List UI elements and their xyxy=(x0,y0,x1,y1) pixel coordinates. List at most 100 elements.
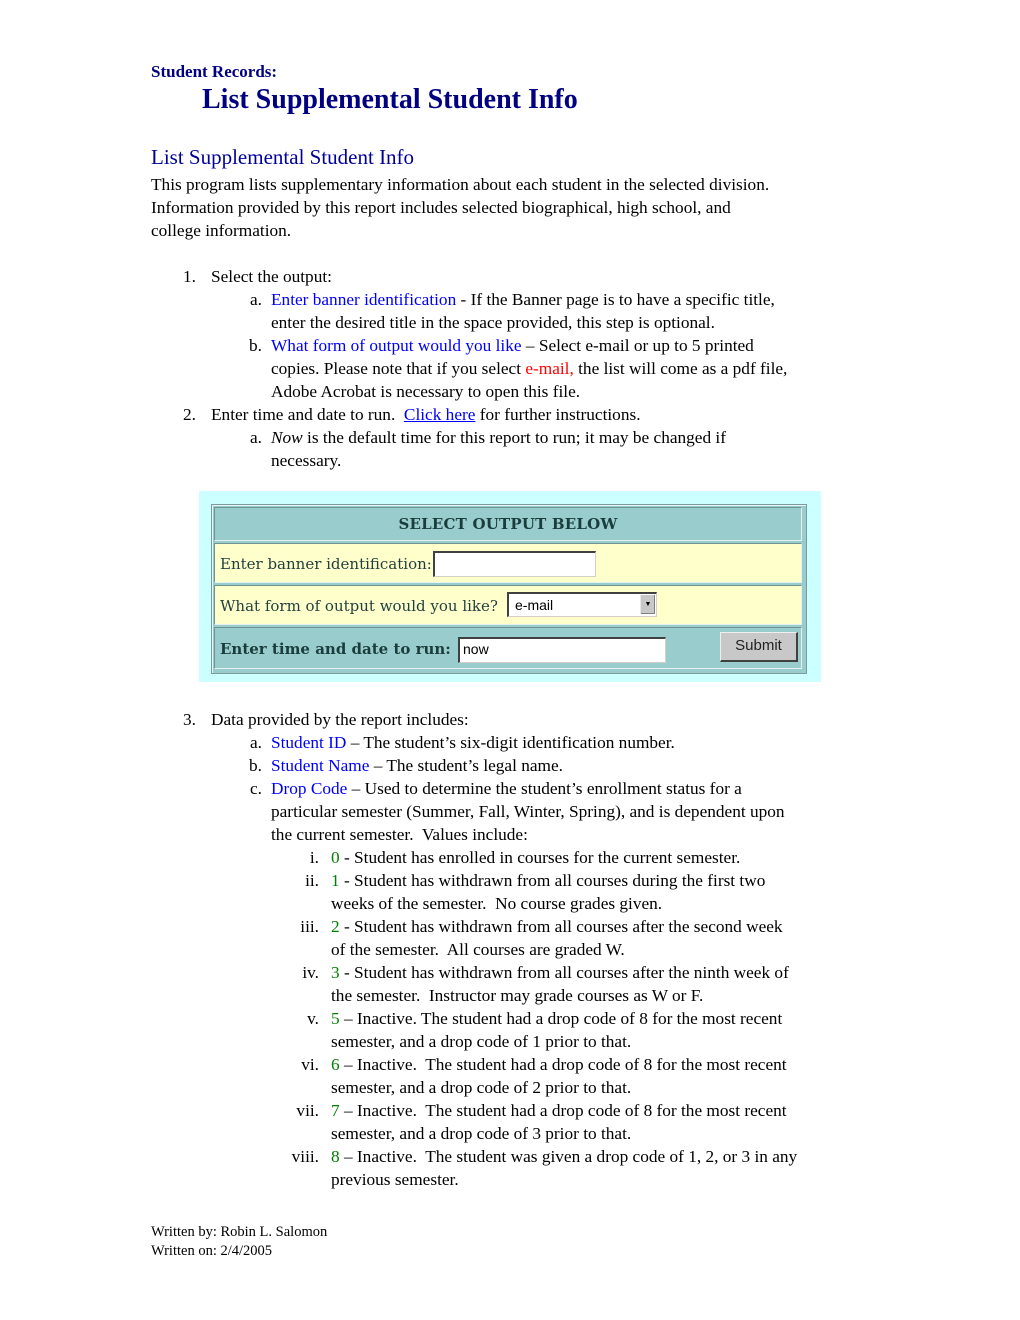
drop-code-desc: – Inactive. The student had a drop code … xyxy=(339,1009,783,1028)
now-emphasis: Now xyxy=(271,428,303,447)
substep-line: Now is the default time for this report … xyxy=(271,426,726,449)
output-row: What form of output would you like? e-ma… xyxy=(214,585,802,625)
substep-line: Drop Code – Used to determine the studen… xyxy=(271,777,742,800)
drop-code-value: 3 xyxy=(331,963,340,982)
form-header: SELECT OUTPUT BELOW xyxy=(398,515,618,533)
drop-code-desc: – Inactive. The student had a drop code … xyxy=(339,1055,787,1074)
substep-line: particular semester (Summer, Fall, Winte… xyxy=(271,802,785,821)
drop-code-line: 6 – Inactive. The student had a drop cod… xyxy=(331,1053,787,1076)
drop-code-desc: - Student has withdrawn from all courses… xyxy=(339,871,766,890)
substep-text: – Select e-mail or up to 5 printed xyxy=(521,336,754,355)
step-text: Enter time and date to run. Click here f… xyxy=(211,403,641,426)
dropdown-arrow-icon[interactable]: ▼ xyxy=(640,595,655,614)
substep-line: Adobe Acrobat is necessary to open this … xyxy=(271,382,581,401)
banner-identification-input[interactable] xyxy=(433,551,596,577)
drop-code-value: 8 xyxy=(331,1147,340,1166)
term-drop-code: Drop Code xyxy=(271,779,348,798)
drop-code-line: 8 – Inactive. The student was given a dr… xyxy=(331,1145,797,1168)
drop-code-desc: semester, and a drop code of 1 prior to … xyxy=(331,1032,632,1051)
substep-line: What form of output would you like – Sel… xyxy=(271,334,754,357)
drop-code-value: 0 xyxy=(331,848,340,867)
form-table: SELECT OUTPUT BELOW Enter banner identif… xyxy=(211,504,807,674)
step-text: Select the output: xyxy=(211,267,332,286)
section-heading: List Supplemental Student Info xyxy=(151,145,415,169)
output-label: What form of output would you like? xyxy=(220,597,498,615)
drop-code-marker: vii. xyxy=(296,1101,319,1120)
term-banner-identification: Enter banner identification xyxy=(271,290,457,309)
time-date-input[interactable]: now xyxy=(458,637,666,663)
step-text-part: for further instructions. xyxy=(475,405,641,424)
drop-code-desc: - Student has withdrawn from all courses… xyxy=(339,917,783,936)
drop-code-desc: – Inactive. The student was given a drop… xyxy=(339,1147,798,1166)
drop-code-line: 0 - Student has enrolled in courses for … xyxy=(331,846,740,869)
substep-marker: b. xyxy=(249,756,262,775)
substep-line: enter the desired title in the space pro… xyxy=(271,313,715,332)
substep-line: Student Name – The student’s legal name. xyxy=(271,754,563,777)
substep-marker: a. xyxy=(250,733,262,752)
click-here-link[interactable]: Click here xyxy=(404,405,476,424)
time-row: Enter time and date to run: now Submit xyxy=(214,627,802,669)
banner-label: Enter banner identification: xyxy=(220,555,432,573)
drop-code-value: 1 xyxy=(331,871,340,890)
drop-code-marker: viii. xyxy=(291,1147,319,1166)
drop-code-marker: iv. xyxy=(302,963,319,982)
drop-code-line: 1 - Student has withdrawn from all cours… xyxy=(331,869,765,892)
banner-row: Enter banner identification: xyxy=(214,543,802,583)
substep-line: the current semester. Values include: xyxy=(271,825,528,844)
select-output-form: SELECT OUTPUT BELOW Enter banner identif… xyxy=(199,491,821,682)
substep-line: copies. Please note that if you select e… xyxy=(271,357,787,380)
substep-marker: a. xyxy=(250,428,262,447)
output-selected-value: e-mail xyxy=(515,597,554,613)
form-header-row: SELECT OUTPUT BELOW xyxy=(214,507,802,541)
step-text-part: Enter time and date to run. xyxy=(211,405,404,424)
substep-text: the list will come as a pdf file, xyxy=(573,359,788,378)
substep-text: – The student’s legal name. xyxy=(369,756,563,775)
term-student-name: Student Name xyxy=(271,756,370,775)
term-output-form: What form of output would you like xyxy=(271,336,522,355)
output-form-select[interactable]: e-mail ▼ xyxy=(507,592,657,617)
written-on: Written on: 2/4/2005 xyxy=(151,1243,273,1259)
step-number: 1. xyxy=(183,267,196,286)
drop-code-desc: - Student has withdrawn from all courses… xyxy=(339,963,789,982)
drop-code-marker: iii. xyxy=(300,917,319,936)
drop-code-marker: i. xyxy=(309,848,319,867)
drop-code-desc: weeks of the semester. No course grades … xyxy=(331,894,663,913)
intro-line: college information. xyxy=(151,221,292,240)
email-highlight: e-mail, xyxy=(525,359,574,378)
substep-marker: c. xyxy=(250,779,262,798)
drop-code-desc: semester, and a drop code of 3 prior to … xyxy=(331,1124,632,1143)
drop-code-desc: – Inactive. The student had a drop code … xyxy=(339,1101,787,1120)
section-label: Student Records: xyxy=(151,62,278,81)
drop-code-value: 7 xyxy=(331,1101,340,1120)
drop-code-marker: v. xyxy=(307,1009,319,1028)
substep-line: Enter banner identification - If the Ban… xyxy=(271,288,775,311)
step-number: 2. xyxy=(183,405,196,424)
substep-text: – The student’s six-digit identification… xyxy=(346,733,675,752)
page-title: List Supplemental Student Info xyxy=(202,84,578,115)
intro-line: This program lists supplementary informa… xyxy=(151,175,770,194)
drop-code-line: 5 – Inactive. The student had a drop cod… xyxy=(331,1007,782,1030)
drop-code-line: 2 - Student has withdrawn from all cours… xyxy=(331,915,783,938)
intro-paragraph: This program lists supplementary informa… xyxy=(151,173,891,242)
drop-code-line: 7 – Inactive. The student had a drop cod… xyxy=(331,1099,787,1122)
submit-button[interactable]: Submit xyxy=(720,632,798,662)
substep-line: Student ID – The student’s six-digit ide… xyxy=(271,731,675,754)
substep-text: - If the Banner page is to have a specif… xyxy=(456,290,775,309)
step-number: 3. xyxy=(183,710,196,729)
drop-code-value: 6 xyxy=(331,1055,340,1074)
substep-text: – Used to determine the student’s enroll… xyxy=(347,779,742,798)
drop-code-value: 2 xyxy=(331,917,340,936)
drop-code-value: 5 xyxy=(331,1009,340,1028)
intro-line: Information provided by this report incl… xyxy=(151,198,731,217)
written-by: Written by: Robin L. Salomon xyxy=(151,1224,328,1240)
substep-marker: a. xyxy=(250,290,262,309)
substep-line: necessary. xyxy=(271,451,342,470)
drop-code-desc: previous semester. xyxy=(331,1170,459,1189)
drop-code-desc: semester, and a drop code of 2 prior to … xyxy=(331,1078,632,1097)
step-text: Data provided by the report includes: xyxy=(211,710,469,729)
drop-code-desc: the semester. Instructor may grade cours… xyxy=(331,986,704,1005)
drop-code-marker: vi. xyxy=(301,1055,319,1074)
time-label: Enter time and date to run: xyxy=(220,640,451,658)
drop-code-line: 3 - Student has withdrawn from all cours… xyxy=(331,961,789,984)
substep-text: is the default time for this report to r… xyxy=(302,428,726,447)
